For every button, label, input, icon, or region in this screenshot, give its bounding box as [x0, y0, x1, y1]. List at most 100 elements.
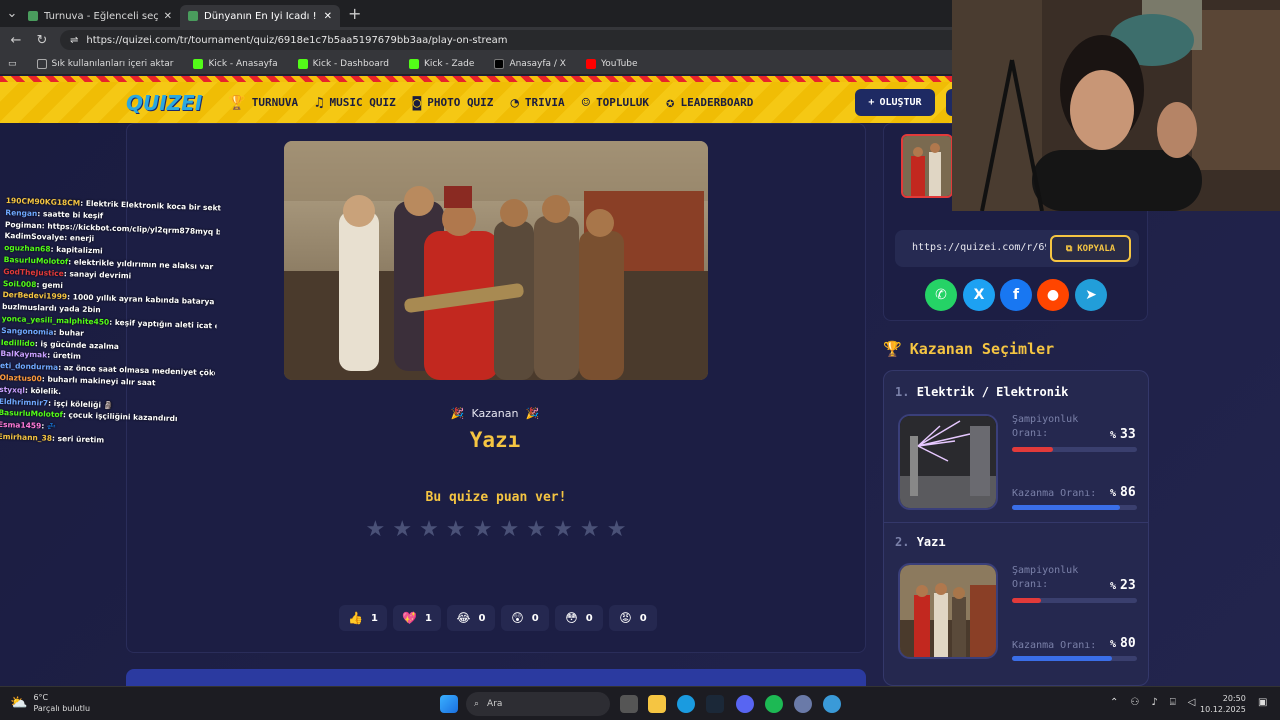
reaction-laugh[interactable]: 😂 0	[447, 605, 495, 631]
bookmark-item[interactable]: Sık kullanılanları içeri aktar	[29, 58, 182, 69]
stream-chat-overlay: 190CM90KG18CM: Elektrik Elektronik koca …	[0, 195, 221, 450]
star-icon[interactable]: ★	[605, 518, 628, 542]
whatsapp-icon[interactable]: ✆	[925, 279, 957, 311]
chat-text: çocuk işçiliğini kazandırdı	[68, 410, 178, 424]
chat-user: Olaztus00	[0, 372, 42, 384]
star-icon[interactable]: ★	[444, 518, 467, 542]
win-rate-fill	[1012, 656, 1112, 661]
star-icon[interactable]: ★	[552, 518, 575, 542]
star-icon[interactable]: ★	[525, 518, 548, 542]
star-icon[interactable]: ★	[578, 518, 601, 542]
champ-rate-fill	[1012, 598, 1041, 603]
mic-icon[interactable]: ♪	[1151, 697, 1157, 708]
win-rate-number: 80	[1120, 636, 1136, 651]
star-icon[interactable]: ★	[391, 518, 414, 542]
win-rate-label: Kazanma Oranı:	[1012, 640, 1097, 651]
x-icon[interactable]: X	[963, 279, 995, 311]
edge-icon[interactable]	[677, 695, 695, 713]
telegram-icon[interactable]: ➤	[1075, 279, 1107, 311]
spotify-icon[interactable]	[765, 695, 783, 713]
close-tab-icon[interactable]: ✕	[164, 11, 172, 22]
network-icon[interactable]: ⌸	[1170, 697, 1176, 708]
reaction-angry[interactable]: 😡 0	[609, 605, 657, 631]
champ-rate-label: Şampiyonluk Oranı:	[1012, 565, 1079, 590]
weather-widget[interactable]: ⛅ 6°C Parçalı bulutlu	[10, 692, 90, 714]
chat-user: eti_dondurma	[0, 361, 59, 373]
reaction-love[interactable]: 💖 1	[393, 605, 441, 631]
nav-music-quiz[interactable]: ♫ MUSIC QUIZ	[315, 95, 396, 111]
chat-text: saatte bi keşif	[42, 209, 104, 221]
champ-rate-bar	[1012, 447, 1137, 452]
share-link-text[interactable]: https://quizei.com/r/693	[912, 242, 1046, 253]
webcam-illustration	[952, 0, 1280, 211]
nav-topluluk[interactable]: ☺ TOPLULUK	[582, 95, 649, 111]
clock-date: 10.12.2025	[1200, 705, 1246, 714]
webcam-overlay	[952, 0, 1280, 211]
start-icon[interactable]	[440, 695, 458, 713]
nav-label: MUSIC QUIZ	[329, 96, 396, 109]
discord-icon[interactable]	[736, 695, 754, 713]
star-icon[interactable]: ★	[418, 518, 441, 542]
reaction-wow[interactable]: 😲 0	[501, 605, 549, 631]
chat-user: Emirhann_38	[0, 431, 53, 443]
task-view-icon[interactable]	[620, 695, 638, 713]
win-rate-label: Kazanma Oranı:	[1012, 488, 1097, 499]
bookmark-item[interactable]: Kick - Dashboard	[290, 58, 397, 69]
entry-image	[898, 414, 998, 510]
nav-trivia[interactable]: ◔ TRIVIA	[510, 95, 564, 111]
back-icon[interactable]: ←	[8, 33, 24, 48]
file-explorer-icon[interactable]	[648, 695, 666, 713]
reload-icon[interactable]: ↻	[34, 33, 50, 48]
site-info-icon[interactable]: ⇌	[70, 35, 78, 46]
star-icon[interactable]: ★	[364, 518, 387, 542]
chat-user: BasurluMolotof	[0, 408, 64, 420]
weather-temp: 6°C	[33, 693, 49, 702]
chat-user: DerBedevi1999	[2, 290, 68, 302]
kick-icon	[408, 58, 419, 69]
win-rate-value: % 80	[1110, 636, 1136, 651]
people-icon[interactable]: ⚇	[1130, 697, 1139, 708]
browser-tab-active[interactable]: Dünyanın En İyi İcadı ! 32 (Htalks ✕	[180, 5, 340, 27]
nav-leaderboard[interactable]: ✪ LEADERBOARD	[666, 95, 753, 111]
browser-icon[interactable]	[794, 695, 812, 713]
volume-icon[interactable]: ◁	[1188, 697, 1196, 708]
camera-icon: ◙	[412, 94, 422, 111]
bookmark-item[interactable]: Kick - Anasayfa	[185, 58, 285, 69]
bookmark-item[interactable]: YouTube	[578, 58, 646, 69]
create-button[interactable]: + OLUŞTUR	[855, 89, 935, 116]
youtube-icon	[585, 58, 596, 69]
chevron-up-icon[interactable]: ⌃	[1110, 697, 1118, 708]
nav-turnuva[interactable]: 🏆 TURNUVA	[228, 95, 298, 111]
star-icon[interactable]: ★	[498, 518, 521, 542]
sidebar-toggle-icon[interactable]: ▭	[8, 59, 17, 69]
bookmark-item[interactable]: Kick - Zade	[401, 58, 482, 69]
site-logo[interactable]: QUIZEI	[126, 91, 202, 115]
reaction-flushed[interactable]: 😳 0	[555, 605, 603, 631]
reaction-like[interactable]: 👍 1	[339, 605, 387, 631]
notification-icon[interactable]: ▣	[1258, 697, 1267, 708]
nav-photo-quiz[interactable]: ◙ PHOTO QUIZ	[413, 95, 494, 111]
reddit-icon[interactable]: ●	[1037, 279, 1069, 311]
tab-list-button[interactable]: ⌄	[4, 6, 20, 21]
facebook-icon[interactable]: f	[1000, 279, 1032, 311]
taskbar-clock[interactable]: 20:50 10.12.2025	[1200, 693, 1246, 715]
bookmark-label: Kick - Dashboard	[312, 58, 389, 69]
rating-prompt: Bu quize puan ver!	[425, 490, 567, 505]
chat-user: BalKaymak	[0, 349, 48, 360]
app-icon[interactable]	[823, 695, 841, 713]
folder-icon	[36, 58, 47, 69]
bookmark-item[interactable]: Anasayfa / X	[486, 58, 574, 69]
winners-heading-text: Kazanan Seçimler	[909, 340, 1055, 358]
close-tab-icon[interactable]: ✕	[324, 11, 332, 22]
chat-text: seri üretim	[57, 433, 105, 445]
star-icon[interactable]: ★	[471, 518, 494, 542]
x-icon	[494, 58, 505, 69]
taskbar-search[interactable]: ⌕ Ara	[466, 692, 610, 716]
chat-text: kölelik.	[30, 385, 62, 396]
new-tab-button[interactable]: +	[348, 4, 361, 23]
steam-icon[interactable]	[706, 695, 724, 713]
browser-tab[interactable]: Turnuva - Eğlenceli seçimler yapı ✕	[20, 5, 180, 27]
tesla-coil-illustration	[900, 416, 996, 508]
copy-link-button[interactable]: ⧉ KOPYALA	[1050, 235, 1131, 262]
winner-photo-illustration	[284, 141, 708, 380]
